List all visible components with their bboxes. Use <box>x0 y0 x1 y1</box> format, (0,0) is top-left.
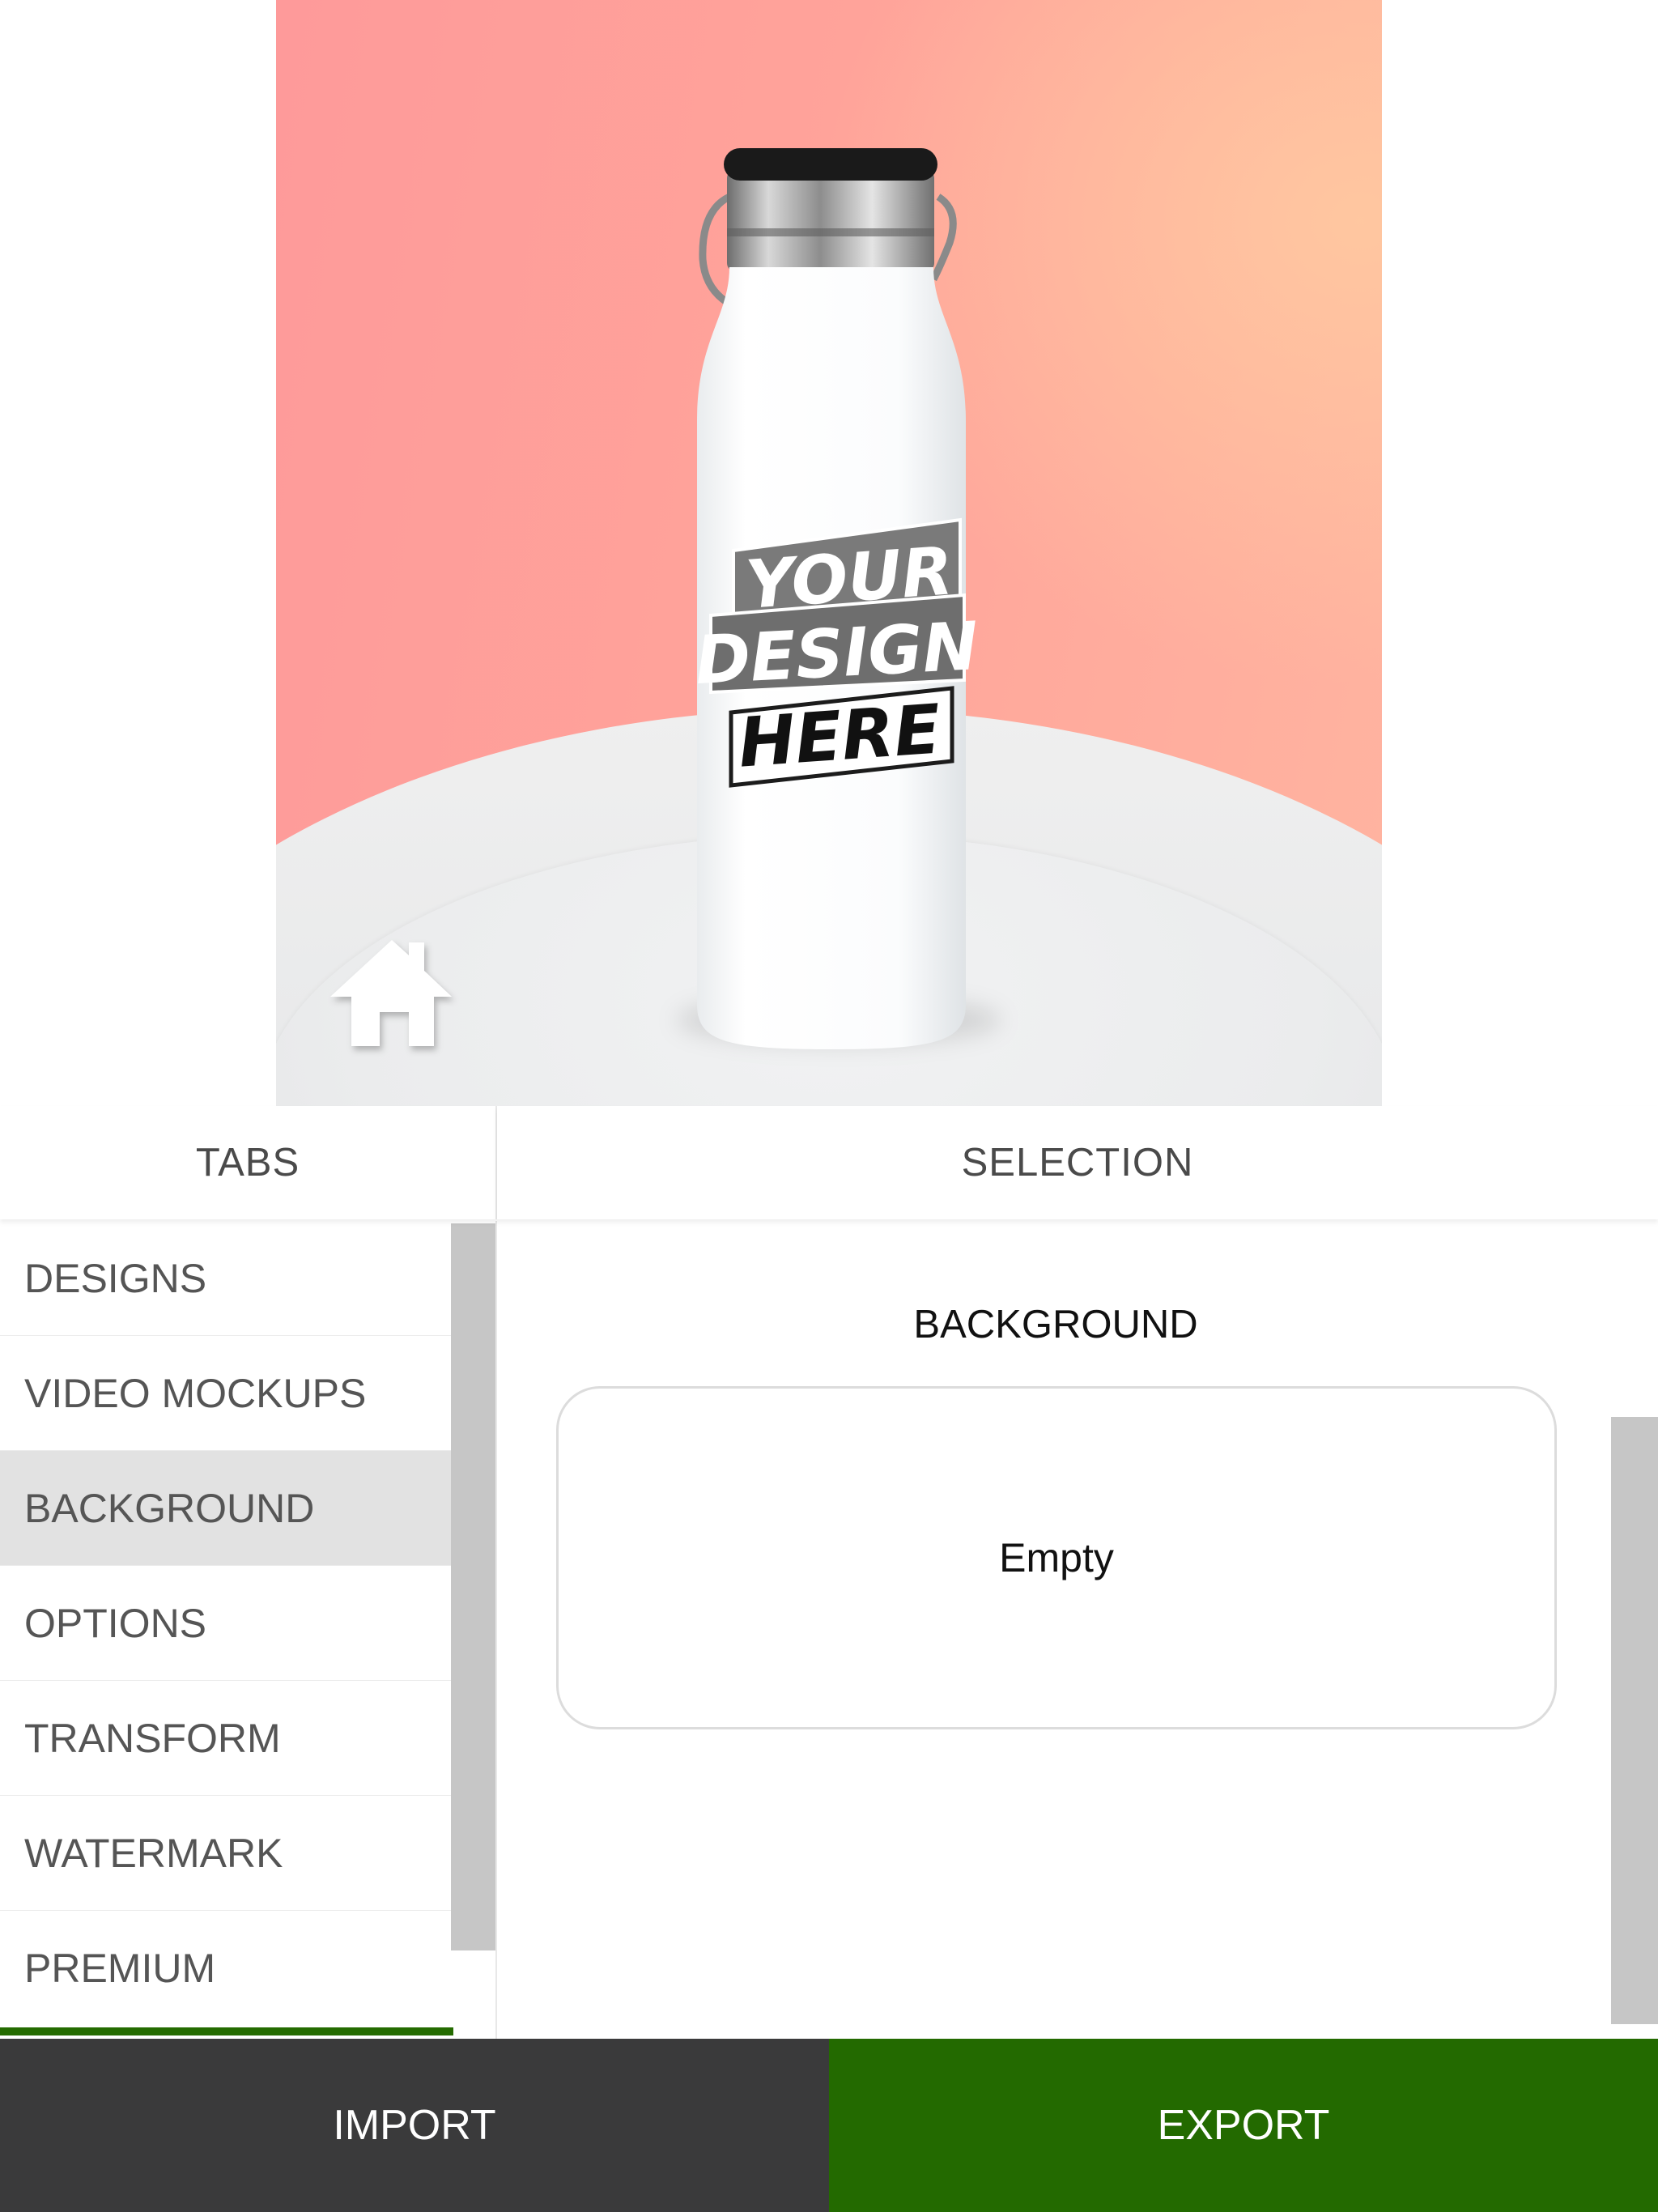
tab-watermark[interactable]: WATERMARK <box>0 1796 451 1911</box>
design-placeholder: YOUR DESIGN HERE <box>694 517 980 788</box>
tab-video-mockups[interactable]: VIDEO MOCKUPS <box>0 1336 451 1451</box>
selection-header: SELECTION <box>497 1106 1658 1219</box>
tab-designs[interactable]: DESIGNS <box>0 1221 451 1336</box>
export-button[interactable]: EXPORT <box>829 2039 1658 2212</box>
tabs-scrollbar[interactable] <box>451 1223 495 1950</box>
selection-panel: BACKGROUND Empty <box>497 1221 1658 2039</box>
bottle-lid <box>724 148 937 181</box>
design-text-here: HERE <box>736 689 943 782</box>
design-text-design: DESIGN <box>694 608 980 700</box>
background-slot-label: Empty <box>999 1535 1114 1580</box>
tabs-scroll-indicator <box>0 2027 453 2035</box>
section-title: BACKGROUND <box>913 1303 1198 1346</box>
bottle-cap-metal <box>727 170 934 271</box>
tab-premium[interactable]: PREMIUM <box>0 1911 451 2026</box>
tab-options[interactable]: OPTIONS <box>0 1566 451 1681</box>
home-icon <box>330 940 452 1046</box>
mockup-preview[interactable]: YOUR DESIGN HERE <box>276 0 1382 1106</box>
import-button[interactable]: IMPORT <box>0 2039 829 2212</box>
tab-transform[interactable]: TRANSFORM <box>0 1681 451 1796</box>
background-slot[interactable]: Empty <box>556 1386 1557 1729</box>
tabs-list: DESIGNS VIDEO MOCKUPS BACKGROUND OPTIONS… <box>0 1221 497 2039</box>
selection-scrollbar[interactable] <box>1611 1417 1658 2024</box>
home-button[interactable] <box>325 935 462 1057</box>
tab-background[interactable]: BACKGROUND <box>0 1451 451 1566</box>
tabs-header: TABS <box>0 1106 497 1219</box>
